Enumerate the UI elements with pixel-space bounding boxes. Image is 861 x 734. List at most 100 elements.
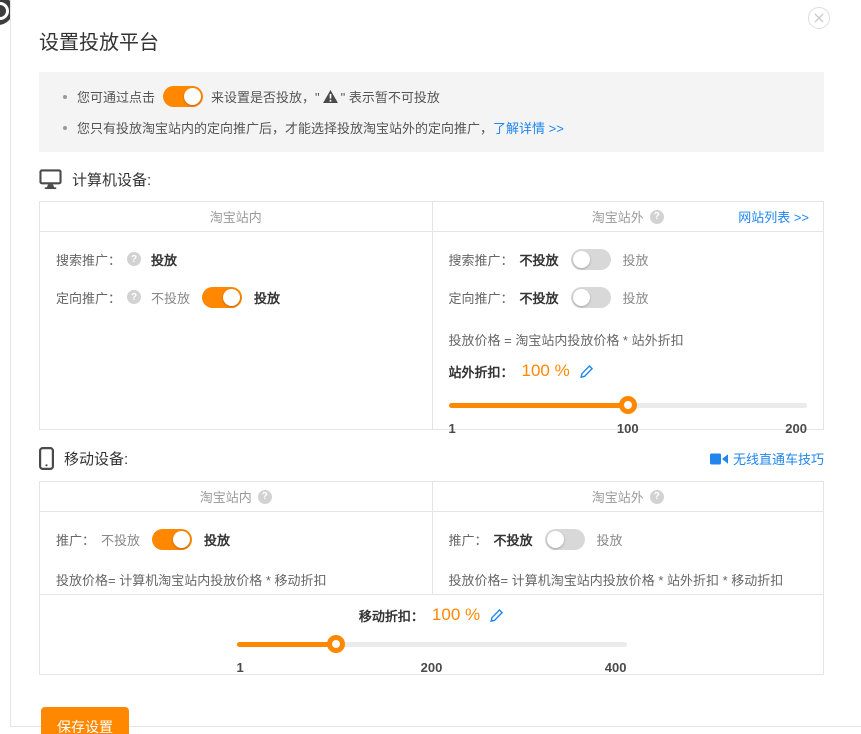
computer-onsite-header: 淘宝站内 xyxy=(40,202,432,232)
target-promo-row: 定向推广： 不投放 投放 xyxy=(56,286,416,308)
slider-fill xyxy=(449,403,628,408)
edit-icon[interactable] xyxy=(490,608,504,623)
mobile-discount-panel: 移动折扣： 100 % 1 200 400 xyxy=(40,594,823,674)
bullet-dot xyxy=(63,126,67,130)
mobile-onsite-header-label: 淘宝站内 xyxy=(200,487,252,506)
help-icon[interactable] xyxy=(258,490,272,504)
toggle-knob xyxy=(184,88,201,105)
notice-1-mid: 来设置是否投放，" xyxy=(211,87,320,106)
offsite-discount-slider xyxy=(449,396,808,414)
offsite-search-label: 搜索推广： xyxy=(449,250,514,269)
computer-table: 淘宝站内 搜索推广： 投放 定向推广： 不投放 xyxy=(39,201,824,430)
mobile-table: 淘宝站内 推广： 不投放 投放 投放价格= 计算机淘宝站内投放价格 * 移动折扣 xyxy=(39,481,824,675)
computer-section-header: 计算机设备: xyxy=(39,169,824,190)
settings-dialog: 设置投放平台 您可通过点击 来设置是否投放，" " 表示暂不可投放 您只有投放淘… xyxy=(10,0,861,727)
offsite-price-formula: 投放价格 = 淘宝站内投放价格 * 站外折扣 xyxy=(449,330,808,349)
slider-fill xyxy=(237,642,336,647)
computer-offsite-column: 淘宝站外 网站列表 >> 搜索推广： 不投放 投放 定向推广： xyxy=(432,202,824,429)
computer-section-title: 计算机设备: xyxy=(72,169,151,190)
learn-more-link[interactable]: 了解详情 >> xyxy=(493,118,564,137)
mobile-offsite-header-label: 淘宝站外 xyxy=(592,487,644,506)
offsite-search-on-label: 投放 xyxy=(623,250,649,269)
mobile-offsite-formula: 投放价格= 计算机淘宝站内投放价格 * 站外折扣 * 移动折扣 xyxy=(449,570,808,589)
toggle-knob xyxy=(573,289,590,306)
mobile-discount-value: 100 % xyxy=(432,605,480,625)
help-icon[interactable] xyxy=(127,252,141,266)
mobile-onsite-formula: 投放价格= 计算机淘宝站内投放价格 * 移动折扣 xyxy=(56,570,416,589)
offsite-target-label: 定向推广： xyxy=(449,288,514,307)
wireless-tips-link[interactable]: 无线直通车技巧 xyxy=(710,449,824,468)
mobile-offsite-column: 淘宝站外 推广： 不投放 投放 投放价格= 计算机淘宝站内投放价格 * 站外折扣… xyxy=(432,482,824,594)
offsite-discount-label: 站外折扣： xyxy=(449,362,514,381)
offsite-discount-row: 站外折扣： 100 % xyxy=(449,361,808,381)
mobile-discount-row: 移动折扣： 100 % xyxy=(40,605,823,625)
target-promo-label: 定向推广： xyxy=(56,288,121,307)
slider-handle[interactable] xyxy=(327,635,345,653)
mobile-onsite-promo-label: 推广： xyxy=(56,530,95,549)
search-promo-row: 搜索推广： 投放 xyxy=(56,248,416,270)
notice-box: 您可通过点击 来设置是否投放，" " 表示暂不可投放 您只有投放淘宝站内的定向推… xyxy=(39,72,824,152)
mobile-onsite-column: 淘宝站内 推广： 不投放 投放 投放价格= 计算机淘宝站内投放价格 * 移动折扣 xyxy=(40,482,432,594)
example-toggle xyxy=(163,86,203,107)
mobile-discount-label: 移动折扣： xyxy=(359,606,424,625)
offsite-target-toggle[interactable] xyxy=(571,287,611,308)
notice-1-post: " 表示暂不可投放 xyxy=(341,87,440,106)
mobile-section-header: 移动设备: 无线直通车技巧 xyxy=(39,447,824,470)
mobile-offsite-promo-row: 推广： 不投放 投放 xyxy=(449,528,808,550)
mobile-onsite-off-label: 不投放 xyxy=(101,530,140,549)
mobile-offsite-promo-label: 推广： xyxy=(449,530,488,549)
tick-min: 1 xyxy=(237,660,244,675)
search-promo-label: 搜索推广： xyxy=(56,250,121,269)
target-promo-off-label: 不投放 xyxy=(151,288,190,307)
bullet-dot xyxy=(63,95,67,99)
close-button[interactable] xyxy=(808,7,830,29)
phone-icon xyxy=(39,447,54,470)
offsite-target-row: 定向推广： 不投放 投放 xyxy=(449,286,808,308)
target-promo-on-label: 投放 xyxy=(254,288,280,307)
tick-max: 400 xyxy=(605,660,627,675)
toggle-knob xyxy=(573,251,590,268)
offsite-search-toggle[interactable] xyxy=(571,249,611,270)
target-promo-toggle[interactable] xyxy=(202,287,242,308)
offsite-search-row: 搜索推广： 不投放 投放 xyxy=(449,248,808,270)
slider-ticks: 1 100 200 xyxy=(449,421,808,437)
search-promo-status: 投放 xyxy=(151,250,177,269)
help-icon[interactable] xyxy=(127,290,141,304)
mobile-section-title: 移动设备: xyxy=(64,448,128,469)
help-icon[interactable] xyxy=(650,490,664,504)
offsite-discount-value: 100 % xyxy=(522,361,570,381)
mobile-onsite-on-label: 投放 xyxy=(204,530,230,549)
computer-onsite-column: 淘宝站内 搜索推广： 投放 定向推广： 不投放 xyxy=(40,202,432,429)
toggle-knob xyxy=(547,531,564,548)
warning-icon xyxy=(323,90,338,106)
toggle-knob xyxy=(173,531,190,548)
page-title: 设置投放平台 xyxy=(39,0,824,55)
tick-max: 200 xyxy=(785,421,807,436)
mobile-offsite-off-label: 不投放 xyxy=(494,530,533,549)
offsite-target-off-label: 不投放 xyxy=(520,288,559,307)
notice-2-text: 您只有投放淘宝站内的定向推广后，才能选择投放淘宝站外的定向推广， xyxy=(77,118,493,137)
tick-mid: 200 xyxy=(421,660,443,675)
computer-offsite-header-label: 淘宝站外 xyxy=(592,207,644,226)
mobile-offsite-toggle[interactable] xyxy=(545,529,585,550)
wireless-tips-label: 无线直通车技巧 xyxy=(733,449,824,468)
website-list-link[interactable]: 网站列表 >> xyxy=(738,207,809,226)
notice-1-pre: 您可通过点击 xyxy=(77,87,155,106)
mobile-offsite-header: 淘宝站外 xyxy=(433,482,824,512)
offsite-target-on-label: 投放 xyxy=(623,288,649,307)
notice-line-2: 您只有投放淘宝站内的定向推广后，才能选择投放淘宝站外的定向推广， 了解详情 >> xyxy=(39,115,824,140)
edit-icon[interactable] xyxy=(580,364,594,379)
save-settings-button[interactable]: 保存设置 xyxy=(41,707,129,734)
video-camera-icon xyxy=(710,453,728,465)
mobile-onsite-promo-row: 推广： 不投放 投放 xyxy=(56,528,416,550)
mobile-discount-slider xyxy=(237,635,627,653)
computer-onsite-header-label: 淘宝站内 xyxy=(210,207,262,226)
help-icon[interactable] xyxy=(650,210,664,224)
notice-line-1: 您可通过点击 来设置是否投放，" " 表示暂不可投放 xyxy=(39,84,824,109)
offsite-search-off-label: 不投放 xyxy=(520,250,559,269)
close-icon xyxy=(809,13,829,23)
slider-ticks: 1 200 400 xyxy=(237,660,627,676)
tick-mid: 100 xyxy=(617,421,639,436)
slider-handle[interactable] xyxy=(619,396,637,414)
mobile-onsite-toggle[interactable] xyxy=(152,529,192,550)
